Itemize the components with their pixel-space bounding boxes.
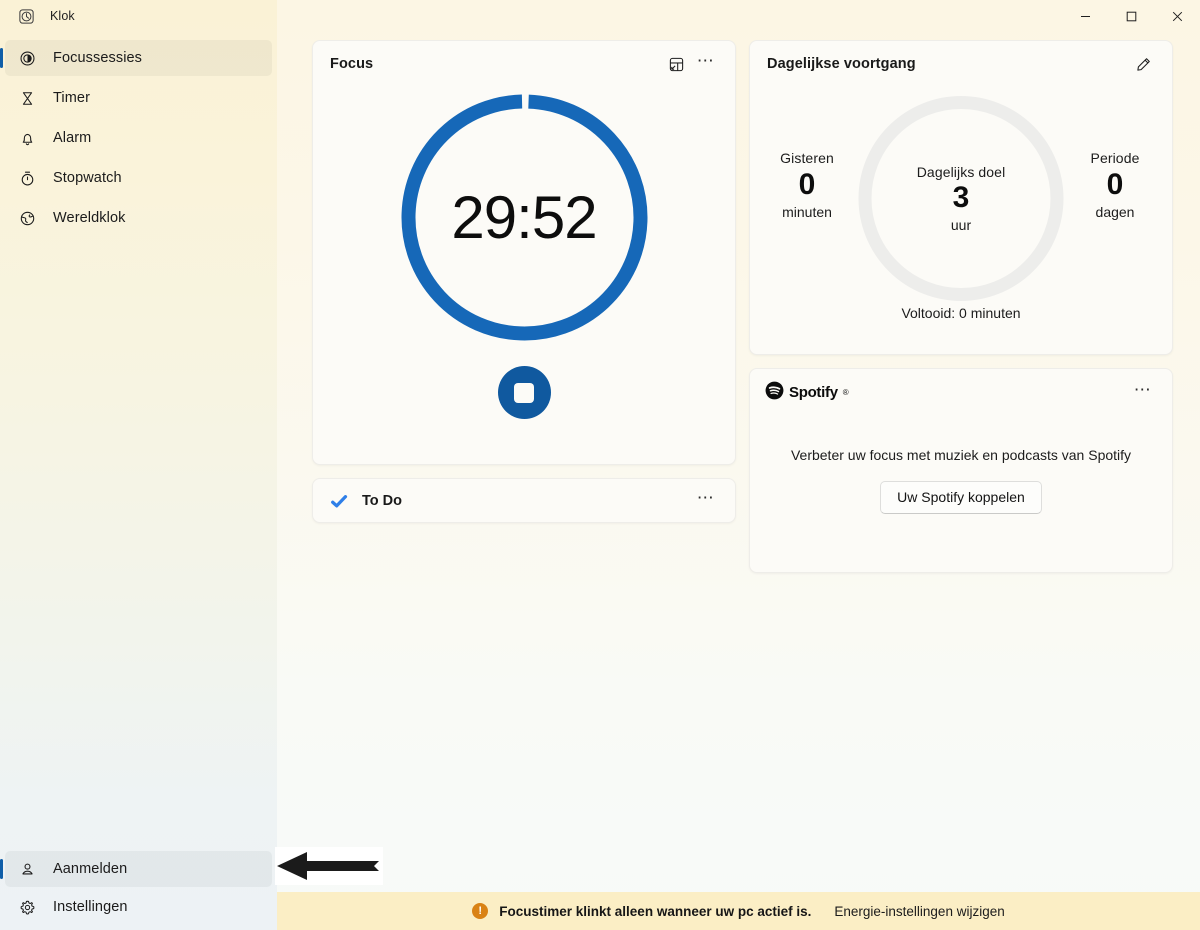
focus-card-title: Focus xyxy=(330,56,374,72)
daily-goal-center: Dagelijks doel 3 uur xyxy=(858,95,1065,302)
sidebar-item-aanmelden[interactable]: Aanmelden xyxy=(0,851,272,887)
sidebar-item-timer[interactable]: Timer xyxy=(5,80,272,116)
spotify-trademark: ® xyxy=(842,388,849,397)
cards-content: Focus ⋯ 29:52 To Do ⋯ Dagelijkse voortga… xyxy=(277,32,1200,930)
sidebar-nav-list: Focussessies Timer Alarm Stopwatch Werel… xyxy=(0,38,277,238)
yesterday-stat: Gisteren 0 minuten xyxy=(752,150,862,220)
pencil-edit-icon[interactable] xyxy=(1128,50,1158,78)
left-pointing-arrow-icon xyxy=(277,852,379,880)
sidebar-item-label: Focussessies xyxy=(53,50,143,66)
todo-card: To Do ⋯ xyxy=(312,478,736,523)
notification-message: Focustimer klinkt alleen wanneer uw pc a… xyxy=(499,903,812,919)
close-button[interactable] xyxy=(1154,0,1200,32)
daily-goal-unit: uur xyxy=(950,216,972,233)
progress-card-header: Dagelijkse voortgang xyxy=(750,41,1172,87)
streak-unit: dagen xyxy=(1095,204,1135,221)
progress-card-title: Dagelijkse voortgang xyxy=(767,56,916,72)
right-column: Dagelijkse voortgang Dagelijks doel 3 uu… xyxy=(749,40,1173,573)
clock-app-window: Klok Focussessies Timer Alarm Stopwatch … xyxy=(0,0,1200,930)
window-controls xyxy=(277,0,1200,32)
todo-card-title: To Do xyxy=(362,492,402,509)
streak-stat: Periode 0 dagen xyxy=(1060,150,1170,220)
app-title: Klok xyxy=(50,9,75,23)
sidebar-item-focussessies[interactable]: Focussessies xyxy=(0,40,272,76)
main-content-area: Focus ⋯ 29:52 To Do ⋯ Dagelijkse voortga… xyxy=(277,0,1200,930)
cards-grid: Focus ⋯ 29:52 To Do ⋯ Dagelijkse voortga… xyxy=(312,40,1175,573)
sidebar-item-stopwatch[interactable]: Stopwatch xyxy=(5,160,272,196)
spotify-more-options-icon[interactable]: ⋯ xyxy=(1128,379,1158,407)
navigation-sidebar: Klok Focussessies Timer Alarm Stopwatch … xyxy=(0,0,277,930)
stop-icon xyxy=(514,382,534,403)
sidebar-bottom-nav: Aanmelden Instellingen xyxy=(0,849,277,930)
globe-icon xyxy=(18,209,36,227)
hourglass-icon xyxy=(18,89,36,107)
stopwatch-icon xyxy=(18,169,36,187)
completed-text: Voltooid: 0 minuten xyxy=(901,305,1021,321)
todo-more-options-icon[interactable]: ⋯ xyxy=(691,487,721,515)
yesterday-unit: minuten xyxy=(782,204,832,221)
bell-icon xyxy=(18,129,36,147)
yesterday-value: 0 xyxy=(798,168,816,201)
power-settings-link[interactable]: Energie-instellingen wijzigen xyxy=(834,904,1004,919)
sidebar-item-label: Instellingen xyxy=(53,899,128,915)
spotify-card-header: Spotify ® ⋯ xyxy=(750,369,1172,416)
spotify-card: Spotify ® ⋯ Verbeter uw focus met muziek… xyxy=(749,368,1173,573)
warning-icon: ! xyxy=(472,903,489,919)
sidebar-item-alarm[interactable]: Alarm xyxy=(5,120,272,156)
sidebar-item-label: Timer xyxy=(53,90,91,106)
spotify-logo-icon xyxy=(765,381,784,405)
streak-label: Periode xyxy=(1090,150,1140,166)
yesterday-label: Gisteren xyxy=(780,150,834,166)
focus-more-options-icon[interactable]: ⋯ xyxy=(691,50,721,78)
spotify-logo: Spotify ® xyxy=(765,381,849,405)
minimize-button[interactable] xyxy=(1062,0,1108,32)
daily-goal-label: Dagelijks doel xyxy=(916,164,1006,181)
stop-button[interactable] xyxy=(497,366,551,419)
to-do-checkmark-icon xyxy=(330,492,348,510)
focus-card-header: Focus ⋯ xyxy=(313,41,735,87)
arrow-annotation xyxy=(275,847,383,885)
daily-progress-card: Dagelijkse voortgang Dagelijks doel 3 uu… xyxy=(749,40,1173,355)
notification-bar: ! Focustimer klinkt alleen wanneer uw pc… xyxy=(277,892,1200,930)
focus-sessions-icon xyxy=(18,49,36,67)
sidebar-item-label: Alarm xyxy=(53,130,92,146)
focus-timer-value: 29:52 xyxy=(451,184,597,251)
spotify-brand: Spotify xyxy=(789,384,838,401)
clock-icon xyxy=(17,7,35,25)
left-column: Focus ⋯ 29:52 To Do ⋯ xyxy=(312,40,736,523)
sidebar-item-instellingen[interactable]: Instellingen xyxy=(5,889,272,925)
gear-icon xyxy=(18,898,36,916)
focus-card: Focus ⋯ 29:52 xyxy=(312,40,736,465)
person-icon xyxy=(18,860,36,878)
sidebar-item-label: Wereldklok xyxy=(53,210,126,226)
sidebar-item-label: Stopwatch xyxy=(53,170,122,186)
maximize-button[interactable] xyxy=(1108,0,1154,32)
streak-value: 0 xyxy=(1106,168,1124,201)
titlebar-left: Klok xyxy=(0,0,277,32)
connect-spotify-button[interactable]: Uw Spotify koppelen xyxy=(880,481,1042,514)
spotify-action-row: Uw Spotify koppelen xyxy=(750,481,1172,514)
focus-controls xyxy=(313,366,735,419)
focus-timer-ring: 29:52 xyxy=(398,91,651,344)
sidebar-item-label: Aanmelden xyxy=(53,861,128,877)
daily-goal-value: 3 xyxy=(952,181,970,215)
spotify-description: Verbeter uw focus met muziek en podcasts… xyxy=(790,447,1132,463)
compact-overlay-icon[interactable] xyxy=(661,50,691,78)
sidebar-item-wereldklok[interactable]: Wereldklok xyxy=(5,200,272,236)
progress-body: Dagelijks doel 3 uur Gisteren 0 minuten … xyxy=(750,87,1172,337)
